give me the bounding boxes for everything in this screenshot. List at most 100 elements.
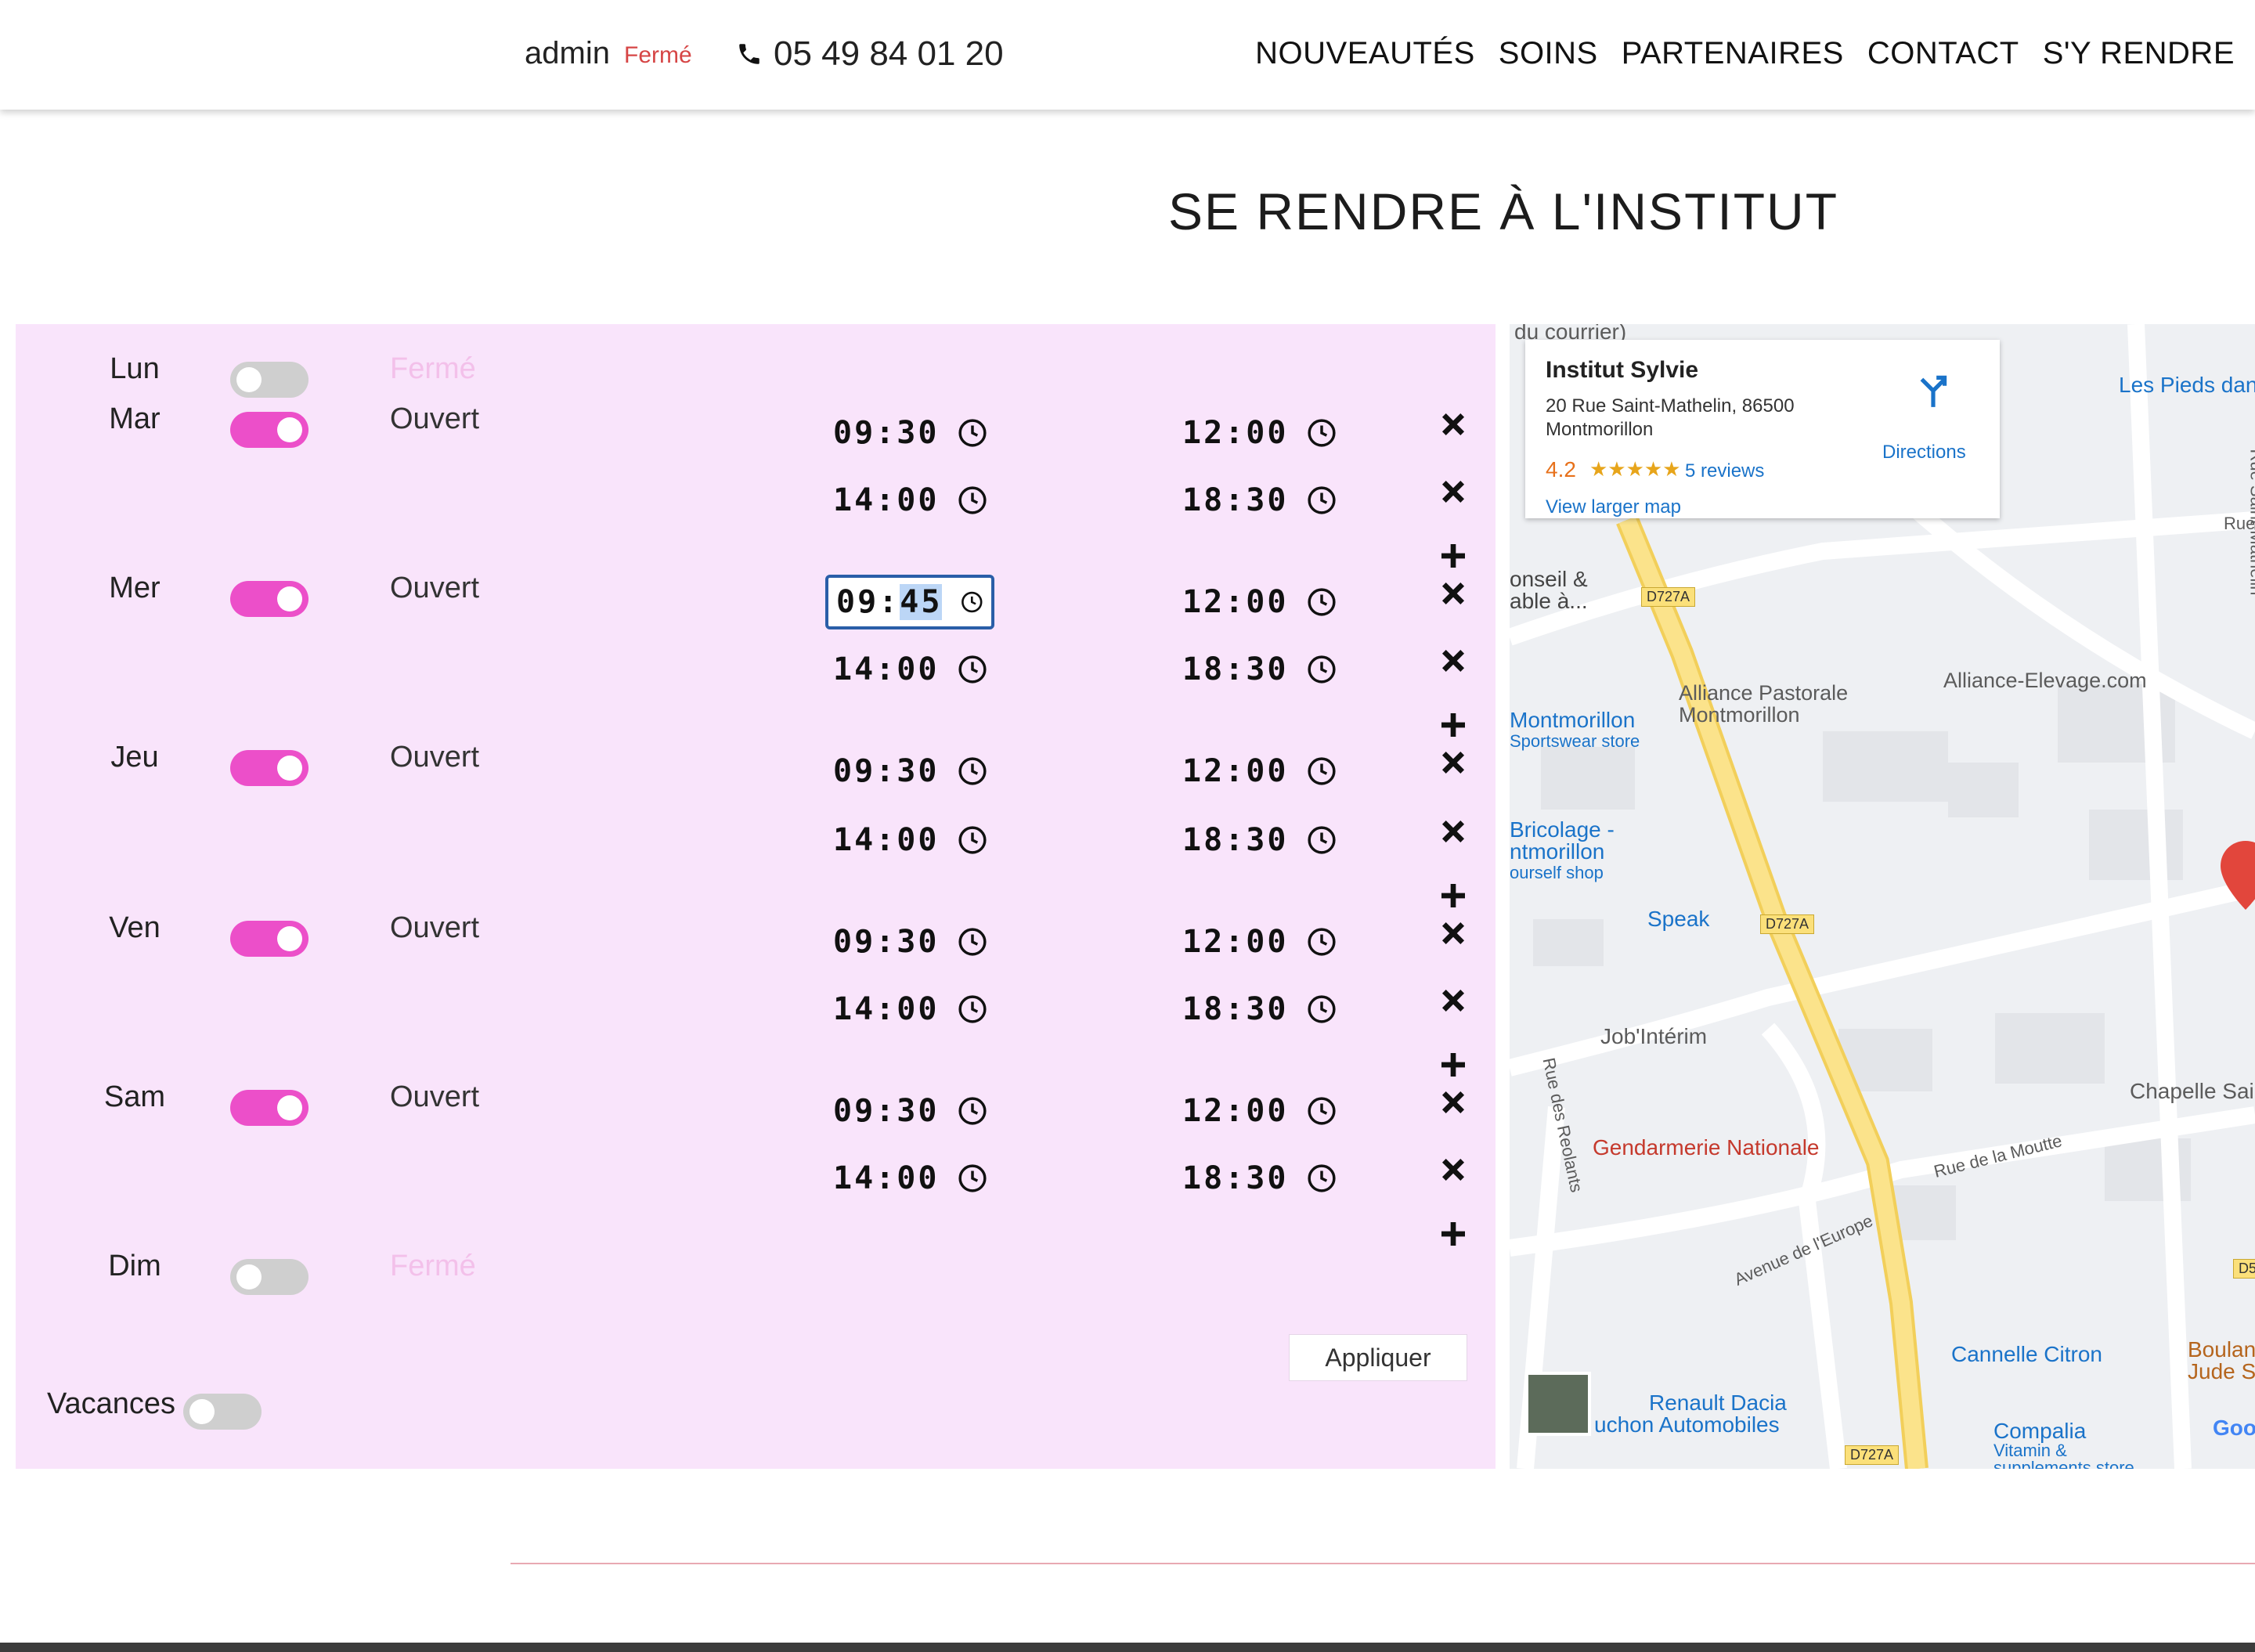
toggle-dim[interactable] xyxy=(230,1259,308,1295)
toggle-jeu[interactable] xyxy=(230,750,308,786)
place-name: Institut Sylvie xyxy=(1546,357,1699,383)
time-input-mer-2-end[interactable]: 18:30 xyxy=(1174,642,1344,697)
place-label: Speak xyxy=(1647,907,1710,931)
nav-contact[interactable]: CONTACT xyxy=(1867,36,2019,71)
clock-icon xyxy=(958,1097,987,1125)
view-larger-map-link[interactable]: View larger map xyxy=(1546,496,1681,518)
time-input-mer-2-start[interactable]: 14:00 xyxy=(825,642,995,697)
toggle-lun[interactable] xyxy=(230,362,308,398)
street-label: Rue xyxy=(2224,514,2255,533)
nav-partenaires[interactable]: PARTENAIRES xyxy=(1622,36,1844,71)
time-input-mar-1-start[interactable]: 09:30 xyxy=(825,406,995,460)
status-mar: Ouvert xyxy=(390,402,480,435)
remove-slot-ven-2-icon[interactable] xyxy=(1438,985,1469,1016)
time-input-ven-2-start[interactable]: 14:00 xyxy=(825,982,995,1037)
place-label: Cannelle Citron xyxy=(1951,1342,2102,1366)
clock-icon xyxy=(1308,1164,1336,1192)
place-label: Jude S xyxy=(2188,1359,2255,1383)
remove-slot-sam-1-icon[interactable] xyxy=(1438,1087,1469,1118)
place-label: supplements store xyxy=(1993,1458,2134,1469)
time-input-jeu-2-start[interactable]: 14:00 xyxy=(825,813,995,867)
status-lun: Fermé xyxy=(390,352,476,385)
time-input-mar-2-start[interactable]: 14:00 xyxy=(825,473,995,528)
day-label-lun: Lun xyxy=(110,352,160,385)
time-input-mer-1-end[interactable]: 12:00 xyxy=(1174,575,1344,629)
remove-slot-mer-1-icon[interactable] xyxy=(1438,578,1469,609)
remove-slot-sam-2-icon[interactable] xyxy=(1438,1154,1469,1185)
add-slot-jeu-icon[interactable] xyxy=(1438,880,1469,911)
time-input-jeu-2-end[interactable]: 18:30 xyxy=(1174,813,1344,867)
time-input-sam-1-start[interactable]: 09:30 xyxy=(825,1084,995,1138)
time-input-mer-1-start[interactable]: 09:45 xyxy=(825,575,994,629)
remove-slot-ven-1-icon[interactable] xyxy=(1438,918,1469,949)
day-label-dim: Dim xyxy=(108,1250,161,1282)
time-input-mar-2-end[interactable]: 18:30 xyxy=(1174,473,1344,528)
phone-number[interactable]: 05 49 84 01 20 xyxy=(736,34,1004,74)
main-nav: NOUVEAUTÉS SOINS PARTENAIRES CONTACT S'Y… xyxy=(1255,36,2235,71)
time-input-sam-1-end[interactable]: 12:00 xyxy=(1174,1084,1344,1138)
add-slot-ven-icon[interactable] xyxy=(1438,1049,1469,1080)
rating-stars-icon: ★★★★★ xyxy=(1589,457,1681,481)
directions-link[interactable]: Directions xyxy=(1882,442,1966,463)
road-badge: D727A xyxy=(1641,587,1696,607)
time-input-sam-2-end[interactable]: 18:30 xyxy=(1174,1151,1344,1206)
status-ven: Ouvert xyxy=(390,911,480,944)
place-label: Chapelle Sain xyxy=(2130,1079,2255,1103)
place-label: Montmorillon xyxy=(1510,708,1636,732)
footer-bar xyxy=(0,1643,2255,1652)
add-slot-mer-icon[interactable] xyxy=(1438,709,1469,741)
clock-icon xyxy=(958,655,987,684)
clock-icon xyxy=(958,995,987,1023)
remove-slot-jeu-2-icon[interactable] xyxy=(1438,816,1469,847)
time-input-jeu-1-start[interactable]: 09:30 xyxy=(825,744,995,799)
add-slot-sam-icon[interactable] xyxy=(1438,1218,1469,1250)
toggle-ven[interactable] xyxy=(230,921,308,957)
clock-icon xyxy=(1308,655,1336,684)
directions-icon[interactable] xyxy=(1914,371,1953,410)
page-title: SE RENDRE À L'INSTITUT xyxy=(1167,182,1839,240)
google-map-embed[interactable]: D727A D727A D727A D5 du courrier) onseil… xyxy=(1510,324,2255,1469)
remove-slot-mar-1-icon[interactable] xyxy=(1438,409,1469,440)
remove-slot-mer-2-icon[interactable] xyxy=(1438,645,1469,676)
toggle-mer[interactable] xyxy=(230,581,308,617)
status-dim: Fermé xyxy=(390,1250,476,1282)
place-label: able à... xyxy=(1510,589,1588,613)
time-input-jeu-1-end[interactable]: 12:00 xyxy=(1174,744,1344,799)
place-label: Alliance-Elevage.com xyxy=(1943,669,2147,692)
time-input-sam-2-start[interactable]: 14:00 xyxy=(825,1151,995,1206)
day-label-mar: Mar xyxy=(109,402,161,435)
place-label: uchon Automobiles xyxy=(1594,1412,1780,1437)
day-label-jeu: Jeu xyxy=(110,741,159,774)
status-sam: Ouvert xyxy=(390,1080,480,1113)
toggle-vacances[interactable] xyxy=(183,1394,262,1430)
toggle-sam[interactable] xyxy=(230,1090,308,1126)
reviews-link[interactable]: 5 reviews xyxy=(1685,460,1764,482)
apply-button[interactable]: Appliquer xyxy=(1289,1334,1467,1381)
clock-icon xyxy=(1308,928,1336,956)
place-address: 20 Rue Saint-Mathelin, 86500 Montmorillo… xyxy=(1546,395,1795,440)
clock-icon xyxy=(1308,826,1336,854)
clock-icon xyxy=(958,757,987,785)
remove-slot-mar-2-icon[interactable] xyxy=(1438,476,1469,507)
phone-text: 05 49 84 01 20 xyxy=(774,34,1004,73)
footer-divider xyxy=(511,1563,2255,1564)
nav-nouveautes[interactable]: NOUVEAUTÉS xyxy=(1255,36,1475,71)
nav-soins[interactable]: SOINS xyxy=(1499,36,1598,71)
vacances-label: Vacances xyxy=(47,1387,176,1420)
add-slot-mar-icon[interactable] xyxy=(1438,540,1469,572)
road-badge: D727A xyxy=(1845,1445,1900,1465)
nav-sy-rendre[interactable]: S'Y RENDRE xyxy=(2043,36,2235,71)
time-input-ven-2-end[interactable]: 18:30 xyxy=(1174,982,1344,1037)
remove-slot-jeu-1-icon[interactable] xyxy=(1438,747,1469,778)
toggle-mar[interactable] xyxy=(230,412,308,448)
time-input-ven-1-start[interactable]: 09:30 xyxy=(825,914,995,969)
place-label: ourself shop xyxy=(1510,863,1604,882)
time-input-mar-1-end[interactable]: 12:00 xyxy=(1174,406,1344,460)
road-badge: D5 xyxy=(2233,1259,2255,1279)
phone-icon xyxy=(739,44,759,64)
admin-link[interactable]: admin xyxy=(525,36,610,71)
opening-hours-panel: Lun Fermé Mar Ouvert 09:30 12:00 14:00 1… xyxy=(16,324,1496,1469)
day-label-mer: Mer xyxy=(109,572,161,604)
time-input-ven-1-end[interactable]: 12:00 xyxy=(1174,914,1344,969)
place-label: Alliance Pastorale xyxy=(1679,681,1849,705)
